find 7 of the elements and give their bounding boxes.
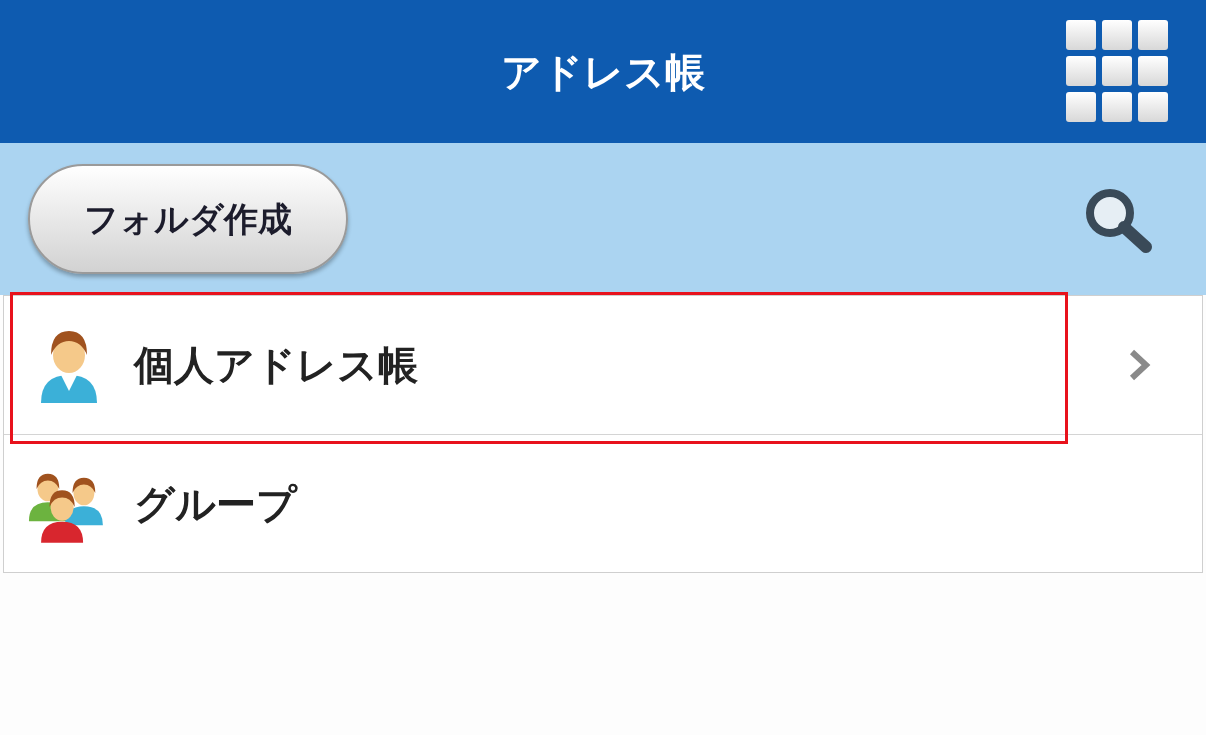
create-folder-button[interactable]: フォルダ作成: [28, 164, 348, 274]
list-item[interactable]: 個人アドレス帳: [4, 296, 1202, 434]
item-label: 個人アドレス帳: [134, 341, 418, 390]
item-label: グループ: [134, 479, 297, 529]
header-title: アドレス帳: [501, 47, 705, 97]
list-item[interactable]: グループ: [4, 434, 1202, 572]
app-grid-icon[interactable]: [1064, 18, 1170, 124]
